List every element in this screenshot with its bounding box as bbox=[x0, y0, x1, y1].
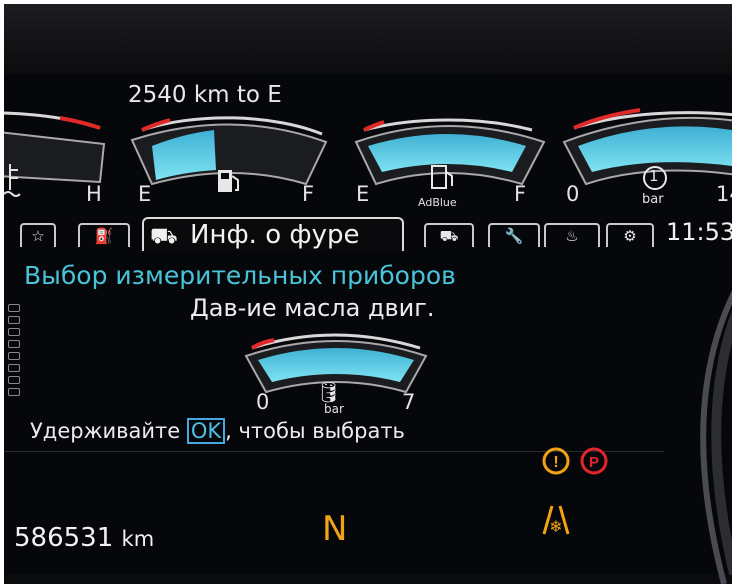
menu-title: Выбор измерительных приборов bbox=[24, 261, 456, 290]
wrench-icon: 🔧 bbox=[504, 227, 524, 245]
truck-front-icon: ⛟ bbox=[439, 227, 459, 245]
oil-gauge-min: 0 bbox=[256, 390, 270, 414]
oil-gauge-unit: bar bbox=[324, 402, 344, 416]
air-pressure-gauge bbox=[562, 108, 732, 186]
coolant-temp-gauge bbox=[4, 111, 106, 184]
star-icon: ☆ bbox=[31, 227, 45, 245]
selected-gauge-name: Дав-ие масла двиг. bbox=[190, 294, 435, 322]
oil-gauge-max: 7 bbox=[402, 390, 416, 414]
seat-heat-icon: ♨ bbox=[565, 227, 579, 245]
gear-indicator: N bbox=[322, 509, 348, 549]
svg-text:❄: ❄ bbox=[549, 517, 562, 536]
road-frost-warning-icon: ❄ bbox=[542, 505, 570, 536]
tab-trip[interactable]: ⛽ bbox=[78, 223, 130, 247]
tab-service[interactable]: 🔧 bbox=[488, 223, 540, 247]
tab-comfort[interactable]: ♨ bbox=[544, 223, 600, 247]
clock: 11:53 bbox=[666, 218, 732, 246]
road-fuel-icon: ⛽ bbox=[94, 227, 114, 245]
tab-settings[interactable]: ⚙ bbox=[606, 223, 654, 247]
hold-ok-hint: Удерживайте OK, чтобы выбрать bbox=[30, 418, 405, 444]
parking-brake-icon: P bbox=[580, 447, 608, 475]
scroll-indicator bbox=[8, 304, 20, 396]
pressure-unit: bar bbox=[642, 192, 664, 207]
svg-text:P: P bbox=[589, 454, 599, 471]
brake-warning-icon: ! bbox=[542, 447, 570, 475]
tab-bar: ☆ ⛽ ⛟ 🔧 ♨ ⚙ bbox=[14, 217, 732, 251]
tab-driver-assist[interactable]: ⛟ bbox=[424, 223, 474, 247]
fuel-empty-label: E bbox=[138, 182, 152, 206]
odometer: 586531 km bbox=[14, 523, 154, 553]
tab-favorites[interactable]: ☆ bbox=[20, 223, 56, 247]
svg-text:!: ! bbox=[553, 454, 558, 471]
fuel-range-text: 2540 km to E bbox=[128, 82, 282, 108]
odometer-unit: km bbox=[121, 527, 155, 551]
tachometer-edge bbox=[700, 290, 732, 584]
adblue-empty-label: E bbox=[356, 182, 370, 206]
active-tab-title: Инф. о фуре bbox=[190, 220, 360, 250]
hint-suffix: , чтобы выбрать bbox=[225, 419, 405, 443]
gears-icon: ⚙ bbox=[623, 227, 637, 245]
dashboard-photo: 2540 km to E H E F E F AdBlue 0 14 1 bar… bbox=[4, 4, 732, 584]
fuel-full-label: F bbox=[302, 182, 315, 206]
ok-key-label: OK bbox=[186, 418, 226, 444]
oil-can-icon: 🛢 bbox=[316, 380, 342, 404]
pressure-min-label: 0 bbox=[566, 182, 580, 206]
hint-prefix: Удерживайте bbox=[30, 419, 187, 443]
adblue-full-label: F bbox=[514, 182, 527, 206]
truck-icon: ⛟ bbox=[150, 224, 178, 249]
pressure-icon-number: 1 bbox=[649, 167, 659, 185]
odometer-value: 586531 bbox=[14, 523, 114, 553]
pressure-max-label: 14 bbox=[716, 182, 732, 206]
warning-lights: ! P bbox=[542, 447, 608, 475]
temp-hot-label: H bbox=[86, 182, 102, 206]
adblue-label: AdBlue bbox=[418, 196, 457, 209]
